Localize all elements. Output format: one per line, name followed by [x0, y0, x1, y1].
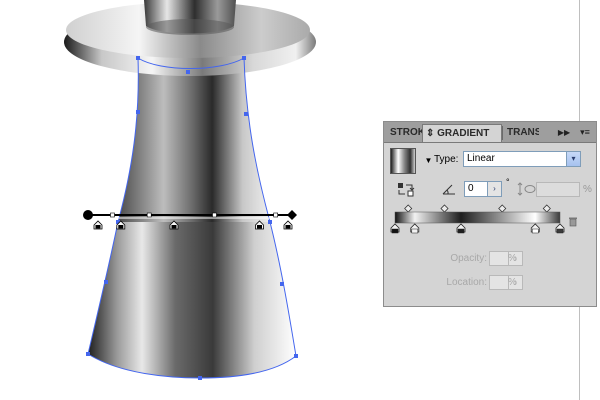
tab-gradient[interactable]: ⇕ GRADIENT [422, 124, 502, 142]
gradient-stop[interactable] [390, 223, 400, 234]
gradient-stop[interactable] [555, 223, 565, 234]
opacity-input [489, 251, 509, 266]
gradient-midpoint[interactable] [404, 204, 413, 213]
swatch-dropdown-icon[interactable]: ▼ [424, 156, 433, 166]
panel-tab-bar: STROKE ⇕ GRADIENT TRANSPARENCY ▶▶ ▾≡ [384, 122, 596, 143]
gradient-stop-color [391, 228, 399, 234]
aspect-ratio-input [536, 182, 580, 197]
annotator-point[interactable] [146, 212, 152, 218]
vase-body-shape[interactable] [88, 222, 296, 378]
collapse-panel-icon[interactable]: ▶▶ [556, 126, 572, 139]
location-label: Location: [446, 277, 487, 288]
trash-icon[interactable] [568, 216, 578, 227]
tab-transparency[interactable]: TRANSPARENCY [503, 124, 539, 142]
annotator-stop-color [95, 225, 101, 229]
gradient-midpoint[interactable] [498, 204, 507, 213]
slider-stops [390, 223, 565, 234]
gradient-stop[interactable] [530, 223, 540, 234]
chevron-down-icon[interactable]: ▾ [566, 152, 580, 166]
neck-shadow-shape [146, 19, 234, 35]
degree-sign: ° [506, 177, 510, 187]
angle-stepper[interactable]: › [488, 181, 502, 197]
tab-stroke[interactable]: STROKE [386, 124, 422, 142]
annotator-stop[interactable] [93, 220, 103, 230]
vase-upper-shape[interactable] [118, 58, 270, 222]
gradient-stop[interactable] [410, 223, 420, 234]
annotator-point[interactable] [273, 212, 278, 218]
gradient-stop-color [532, 228, 539, 234]
gradient-swatch[interactable] [390, 148, 416, 174]
aspect-ratio-unit: % [583, 184, 592, 195]
annotator-point[interactable] [110, 212, 115, 218]
opacity-unit: % [508, 253, 517, 264]
location-input [489, 275, 509, 290]
angle-icon [442, 184, 455, 195]
annotator-stop-color [118, 225, 124, 229]
reverse-gradient-icon[interactable] [397, 182, 415, 198]
opacity-label: Opacity: [450, 253, 487, 264]
angle-input[interactable]: 0 [464, 181, 488, 197]
gradient-panel: STROKE ⇕ GRADIENT TRANSPARENCY ▶▶ ▾≡ ▼ T… [383, 121, 597, 307]
panel-menu-icon[interactable]: ▾≡ [577, 126, 593, 139]
gradient-stop-color [457, 228, 465, 234]
aspect-ratio-icon [517, 182, 536, 196]
annotator-point[interactable] [212, 212, 217, 218]
gradient-stop[interactable] [456, 223, 466, 234]
location-unit: % [508, 277, 517, 288]
annotator-stop-color [171, 225, 177, 229]
annotator-stop-color [257, 225, 262, 229]
type-label: Type: [434, 154, 459, 165]
gradient-stop-color [556, 228, 564, 234]
annotator-origin[interactable] [83, 210, 93, 220]
annotator-stop[interactable] [283, 220, 293, 230]
type-select-value: Linear [467, 153, 495, 164]
gradient-midpoint[interactable] [542, 204, 551, 213]
gradient-ramp[interactable] [394, 211, 561, 224]
annotator-stop-color [285, 225, 291, 229]
gradient-stop-color [411, 228, 419, 234]
gradient-slider[interactable] [384, 202, 596, 242]
gradient-midpoint[interactable] [440, 204, 449, 213]
slider-midpoints [404, 204, 551, 213]
type-select[interactable]: Linear ▾ [463, 151, 581, 167]
